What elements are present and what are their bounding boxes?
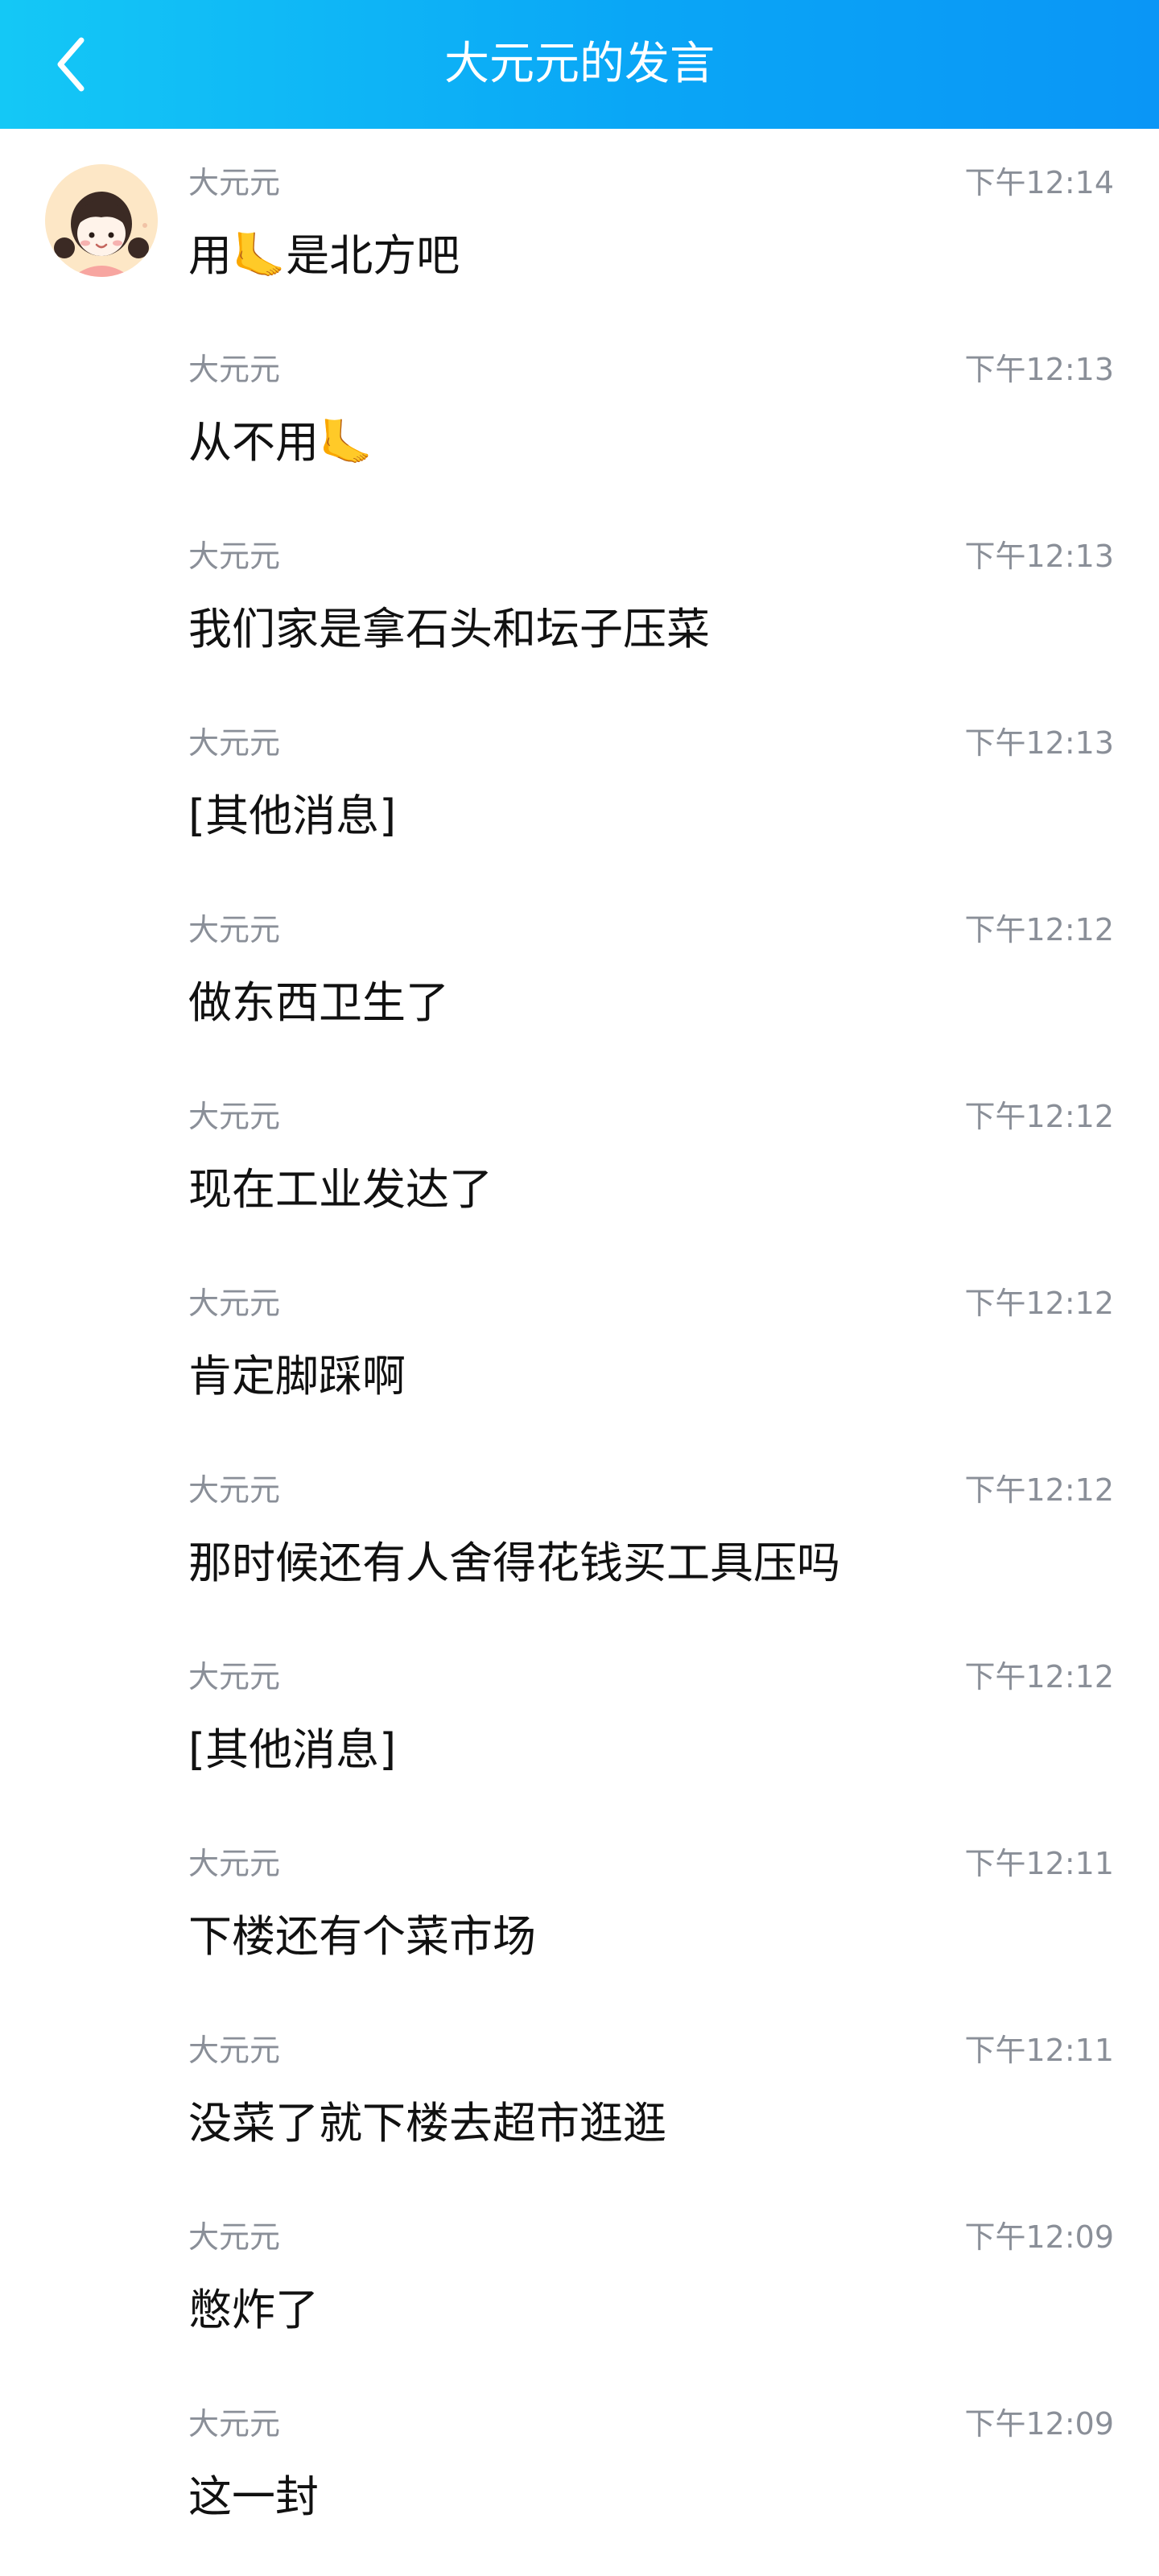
message-item[interactable]: 大元元 下午12:13 我们家是拿石头和坛子压菜 (188, 502, 1114, 689)
message-text: [其他消息] (188, 1724, 397, 1775)
sender-name: 大元元 (188, 912, 281, 947)
message-time: 下午12:12 (964, 912, 1114, 947)
message-item[interactable]: 大元元 下午12:13 [其他消息] (188, 689, 1114, 876)
sender-name: 大元元 (188, 165, 281, 200)
message-item[interactable]: 大元元 下午12:12 [其他消息] (188, 1623, 1114, 1810)
girl-avatar-icon (45, 164, 158, 277)
message-item[interactable]: 大元元 下午12:11 没菜了就下楼去超市逛逛 (188, 1996, 1114, 2183)
message-time: 下午12:13 (964, 352, 1114, 387)
message-time: 下午12:13 (964, 539, 1114, 574)
sender-name: 大元元 (188, 725, 281, 761)
message-text: 我们家是拿石头和坛子压菜 (188, 604, 710, 654)
message-time: 下午12:12 (964, 1472, 1114, 1508)
message-text: 下楼还有个菜市场 (188, 1911, 536, 1962)
message-item[interactable]: 大元元 下午12:12 现在工业发达了 (188, 1063, 1114, 1249)
message-time: 下午12:12 (964, 1659, 1114, 1695)
sender-name: 大元元 (188, 2219, 281, 2255)
message-time: 下午12:12 (964, 1286, 1114, 1321)
sender-name: 大元元 (188, 1846, 281, 1881)
message-text: 没菜了就下楼去超市逛逛 (188, 2098, 666, 2149)
message-item[interactable]: 大元元 下午12:12 做东西卫生了 (188, 876, 1114, 1063)
message-text: 憋炸了 (188, 2285, 319, 2335)
sender-name: 大元元 (188, 2406, 281, 2442)
message-time: 下午12:11 (964, 1846, 1114, 1881)
avatar[interactable] (45, 164, 158, 277)
message-item[interactable]: 大元元 下午12:12 肯定脚踩啊 (188, 1249, 1114, 1436)
sender-name: 大元元 (188, 1659, 281, 1695)
message-item[interactable]: 大元元 下午12:11 下楼还有个菜市场 (188, 1810, 1114, 1996)
message-text: 用🦶是北方吧 (188, 230, 460, 281)
message-time: 下午12:14 (964, 165, 1114, 200)
message-time: 下午12:09 (964, 2406, 1114, 2442)
sender-name: 大元元 (188, 1286, 281, 1321)
message-time: 下午12:11 (964, 2033, 1114, 2068)
sender-name: 大元元 (188, 539, 281, 574)
message-time: 下午12:09 (964, 2219, 1114, 2255)
message-time: 下午12:12 (964, 1099, 1114, 1134)
message-time: 下午12:13 (964, 725, 1114, 761)
message-item[interactable]: 大元元 下午12:13 从不用🦶 (188, 316, 1114, 502)
message-text: 这一封 (188, 2471, 319, 2522)
message-text: 肯定脚踩啊 (188, 1351, 406, 1402)
message-text: 那时候还有人舍得花钱买工具压吗 (188, 1538, 840, 1588)
message-text: [其他消息] (188, 791, 397, 841)
message-item[interactable]: 大元元 下午12:09 憋炸了 (188, 2183, 1114, 2370)
sender-name: 大元元 (188, 1099, 281, 1134)
message-item[interactable]: 大元元 下午12:09 这一封 (188, 2370, 1114, 2557)
message-text: 从不用🦶 (188, 417, 373, 468)
message-item[interactable]: 大元元 下午12:14 用🦶是北方吧 (188, 129, 1114, 316)
sender-name: 大元元 (188, 352, 281, 387)
message-text: 做东西卫生了 (188, 977, 449, 1028)
sender-name: 大元元 (188, 1472, 281, 1508)
message-text: 现在工业发达了 (188, 1164, 493, 1215)
sender-name: 大元元 (188, 2033, 281, 2068)
message-item[interactable]: 大元元 下午12:12 那时候还有人舍得花钱买工具压吗 (188, 1436, 1114, 1623)
top-bar: 大元元的发言 (0, 0, 1159, 129)
page-title: 大元元的发言 (444, 38, 715, 90)
